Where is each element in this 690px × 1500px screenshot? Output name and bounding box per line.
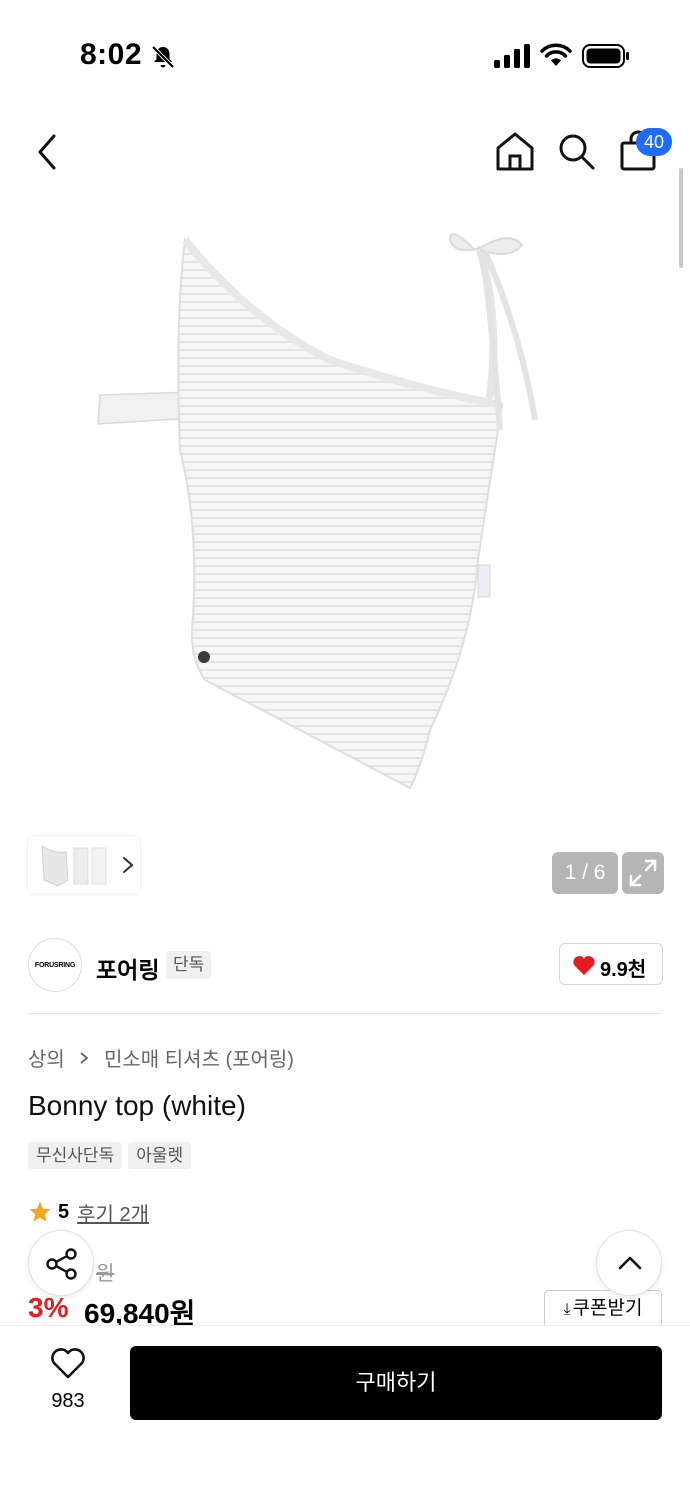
exclusive-badge: 단독 xyxy=(166,951,212,979)
product-tags: 무신사단독 아울렛 xyxy=(28,1142,192,1169)
tag-outlet: 아울렛 xyxy=(128,1142,192,1169)
breadcrumb: 상의 민소매 티셔츠 (포어링) xyxy=(28,1043,294,1072)
battery-icon xyxy=(582,44,629,68)
breadcrumb-subcategory[interactable]: 민소매 티셔츠 (포어링) xyxy=(104,1049,294,1071)
wish-count: 983 xyxy=(51,1390,85,1412)
bell-slash-icon xyxy=(151,45,175,69)
product-thumbnail[interactable] xyxy=(34,840,116,890)
divider xyxy=(28,1013,662,1014)
star-icon xyxy=(29,1201,51,1222)
status-time: 8:02 xyxy=(80,38,143,71)
tag-exclusive: 무신사단독 xyxy=(28,1142,123,1169)
thumbnail-strip[interactable] xyxy=(28,836,140,894)
cellular-signal-icon xyxy=(494,44,530,68)
home-icon[interactable] xyxy=(494,130,536,172)
coupon-label: 쿠폰받기 xyxy=(572,1298,643,1319)
original-price: 원 xyxy=(96,1263,115,1285)
status-bar: 8:02 xyxy=(0,0,690,110)
scroll-to-top-button[interactable] xyxy=(596,1230,662,1296)
scrollbar[interactable] xyxy=(679,168,683,268)
brand-name[interactable]: 포어링 xyxy=(96,951,159,985)
cart-count-badge: 40 xyxy=(636,128,672,156)
download-icon: ⤓ xyxy=(563,1301,571,1318)
chevron-right-icon xyxy=(80,1051,89,1064)
wifi-icon xyxy=(540,43,572,66)
buy-button[interactable]: 구매하기 xyxy=(130,1346,662,1420)
product-title: Bonny top (white) xyxy=(28,1090,246,1121)
product-photo[interactable] xyxy=(80,210,580,800)
search-icon[interactable] xyxy=(556,130,596,172)
expand-icon xyxy=(629,859,657,887)
chevron-right-icon[interactable] xyxy=(120,854,136,876)
rating-row: 5 후기 2개 xyxy=(28,1198,149,1226)
brand-like-button[interactable]: 9.9천 xyxy=(559,943,663,985)
brand-logo[interactable]: FORUSRING xyxy=(28,938,82,992)
back-arrow-icon[interactable] xyxy=(30,132,66,172)
share-icon xyxy=(46,1248,77,1280)
share-button[interactable] xyxy=(28,1230,94,1296)
image-page-counter: 1 / 6 xyxy=(552,852,618,894)
review-link[interactable]: 후기 2개 xyxy=(77,1198,149,1227)
chevron-up-icon xyxy=(618,1256,642,1270)
rating-score: 5 xyxy=(58,1200,70,1223)
heart-filled-icon xyxy=(573,956,595,975)
brand-like-count: 9.9천 xyxy=(600,959,647,981)
breadcrumb-category[interactable]: 상의 xyxy=(28,1049,65,1071)
coupon-button[interactable]: ⤓ 쿠폰받기 xyxy=(544,1290,662,1328)
fullscreen-button[interactable] xyxy=(622,852,664,894)
heart-outline-icon[interactable] xyxy=(50,1348,86,1380)
discount-rate: 3% xyxy=(28,1292,69,1323)
